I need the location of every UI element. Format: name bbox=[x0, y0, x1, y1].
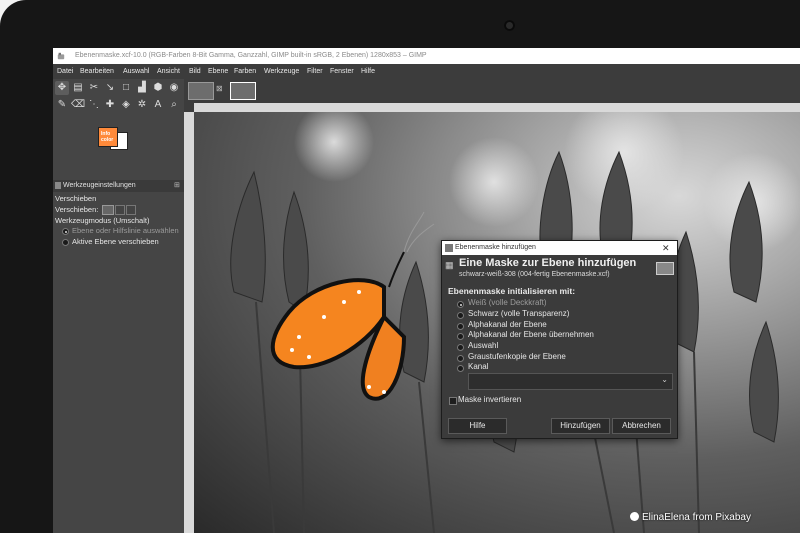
menu-hilfe[interactable]: Hilfe bbox=[361, 64, 375, 79]
heal-tool-icon[interactable]: ✚ bbox=[103, 98, 117, 112]
gimp-app-icon bbox=[57, 52, 65, 60]
option-selection-label: Auswahl bbox=[468, 341, 499, 350]
tool-options-tab[interactable]: Werkzeugeinstellungen ⊞ bbox=[53, 180, 184, 192]
scale-tool-icon[interactable]: □ bbox=[119, 81, 133, 95]
option-alpha-transfer-label: Alphakanal der Ebene übernehmen bbox=[468, 330, 594, 339]
brush-tool-icon[interactable]: ⋱ bbox=[87, 98, 101, 112]
menu-ansicht[interactable]: Ansicht bbox=[157, 64, 180, 79]
move-tool-icon[interactable]: ✥ bbox=[55, 81, 69, 95]
mode-active-label: Aktive Ebene verschieben bbox=[72, 237, 159, 246]
zoom-tool-icon[interactable]: ⌕ bbox=[167, 98, 181, 112]
tool-name: Verschieben bbox=[55, 194, 97, 203]
image-tab-close-icon[interactable]: ⊠ bbox=[216, 84, 223, 93]
paths-tool-icon[interactable]: ⬢ bbox=[151, 81, 165, 95]
gimp-window: Ebenenmaske.xcf-10.0 (RGB-Farben 8-Bit G… bbox=[53, 48, 800, 533]
menu-bar: Datei Bearbeiten Auswahl Ansicht Bild Eb… bbox=[53, 64, 800, 79]
option-black-label: Schwarz (volle Transparenz) bbox=[468, 309, 570, 318]
toolbox-dock: ✥ ▤ ✂ ↘ □ ▟ ⬢ ◉ ✎ ⌫ ⋱ ✚ ◈ ✲ A ⌕ Info col… bbox=[53, 79, 184, 533]
color-swatches[interactable]: Info color bbox=[98, 127, 130, 150]
vertical-ruler[interactable] bbox=[184, 112, 194, 533]
menu-werkzeuge[interactable]: Werkzeuge bbox=[264, 64, 299, 79]
paint-tool-icon[interactable]: ✎ bbox=[55, 98, 69, 112]
foreground-color-swatch[interactable]: Info color bbox=[98, 127, 118, 147]
invert-mask-checkbox[interactable] bbox=[449, 397, 457, 405]
invert-mask-label: Maske invertieren bbox=[458, 395, 522, 404]
option-grayscale-label: Graustufenkopie der Ebene bbox=[468, 352, 566, 361]
option-alpha-radio[interactable] bbox=[457, 323, 464, 330]
panel-menu-icon[interactable]: ⊞ bbox=[174, 180, 180, 192]
eraser-tool-icon[interactable]: ⌫ bbox=[71, 98, 85, 112]
mode-pick-radio[interactable] bbox=[62, 228, 69, 235]
fill-tool-icon[interactable]: ◉ bbox=[167, 81, 181, 95]
layer-thumbnail bbox=[656, 262, 674, 275]
dialog-titlebar: Ebenenmaske hinzufügen ✕ bbox=[442, 241, 677, 255]
chevron-down-icon: ⌄ bbox=[661, 375, 668, 384]
pixabay-icon bbox=[630, 512, 639, 521]
swatch-label: Info color bbox=[101, 131, 114, 143]
close-icon[interactable]: ✕ bbox=[662, 241, 670, 255]
option-white-label: Weiß (volle Deckkraft) bbox=[468, 298, 547, 307]
fuzzy-select-tool-icon[interactable]: ▟ bbox=[135, 81, 149, 95]
horizontal-ruler[interactable] bbox=[194, 103, 800, 112]
init-section-label: Ebenenmaske initialisieren mit: bbox=[448, 286, 576, 296]
menu-bearbeiten[interactable]: Bearbeiten bbox=[80, 64, 114, 79]
option-white-radio[interactable] bbox=[457, 301, 464, 308]
add-layer-mask-dialog: Ebenenmaske hinzufügen ✕ ▦ Eine Maske zu… bbox=[441, 240, 678, 439]
dodge-tool-icon[interactable]: ✲ bbox=[135, 98, 149, 112]
menu-datei[interactable]: Datei bbox=[57, 64, 73, 79]
option-alpha-transfer-radio[interactable] bbox=[457, 333, 464, 340]
crop-tool-icon[interactable]: ✂ bbox=[87, 81, 101, 95]
mode-pick-label: Ebene oder Hilfslinie auswählen bbox=[72, 226, 179, 235]
webcam bbox=[504, 20, 515, 31]
image-tab-1[interactable] bbox=[188, 82, 214, 100]
move-path-toggle[interactable] bbox=[126, 205, 136, 215]
tool-mode-label: Werkzeugmodus (Umschalt) bbox=[55, 216, 150, 225]
align-tool-icon[interactable]: ▤ bbox=[71, 81, 85, 95]
channel-select[interactable]: ⌄ bbox=[468, 373, 673, 390]
tool-options-tab-icon bbox=[55, 182, 61, 189]
screenshot-stage: Ebenenmaske.xcf-10.0 (RGB-Farben 8-Bit G… bbox=[0, 0, 800, 533]
window-title: Ebenenmaske.xcf-10.0 (RGB-Farben 8-Bit G… bbox=[75, 52, 427, 59]
menu-fenster[interactable]: Fenster bbox=[330, 64, 354, 79]
mode-active-radio[interactable] bbox=[62, 239, 69, 246]
move-layer-toggle[interactable] bbox=[102, 205, 114, 215]
option-channel-label: Kanal bbox=[468, 362, 489, 371]
dialog-title: Ebenenmaske hinzufügen bbox=[455, 244, 536, 251]
option-black-radio[interactable] bbox=[457, 312, 464, 319]
photo-credit: ElinaElena from Pixabay bbox=[630, 512, 751, 523]
layer-mask-icon: ▦ bbox=[445, 260, 454, 270]
image-tabs: ⊠ bbox=[186, 79, 266, 101]
move-selection-toggle[interactable] bbox=[115, 205, 125, 215]
bucket-tool-icon[interactable]: ◈ bbox=[119, 98, 133, 112]
menu-ebene[interactable]: Ebene bbox=[208, 64, 228, 79]
tool-options-title: Werkzeugeinstellungen bbox=[63, 182, 136, 189]
add-button[interactable]: Hinzufügen bbox=[551, 418, 610, 434]
image-tab-2[interactable] bbox=[230, 82, 256, 100]
menu-filter[interactable]: Filter bbox=[307, 64, 323, 79]
dialog-app-icon bbox=[445, 244, 453, 252]
photo-credit-text: ElinaElena from Pixabay bbox=[642, 512, 751, 523]
option-channel-radio[interactable] bbox=[457, 365, 464, 372]
rotate-tool-icon[interactable]: ↘ bbox=[103, 81, 117, 95]
window-titlebar: Ebenenmaske.xcf-10.0 (RGB-Farben 8-Bit G… bbox=[53, 48, 800, 64]
move-label: Verschieben: bbox=[55, 205, 99, 214]
option-alpha-label: Alphakanal der Ebene bbox=[468, 320, 547, 329]
dialog-subheading: schwarz-weiß-308 (004-fertig Ebenenmaske… bbox=[459, 271, 610, 278]
cancel-button[interactable]: Abbrechen bbox=[612, 418, 671, 434]
menu-bild[interactable]: Bild bbox=[189, 64, 201, 79]
option-grayscale-radio[interactable] bbox=[457, 355, 464, 362]
text-tool-icon[interactable]: A bbox=[151, 98, 165, 112]
menu-auswahl[interactable]: Auswahl bbox=[123, 64, 149, 79]
dialog-heading: Eine Maske zur Ebene hinzufügen bbox=[459, 257, 637, 269]
option-selection-radio[interactable] bbox=[457, 344, 464, 351]
help-button[interactable]: Hilfe bbox=[448, 418, 507, 434]
menu-farben[interactable]: Farben bbox=[234, 64, 256, 79]
